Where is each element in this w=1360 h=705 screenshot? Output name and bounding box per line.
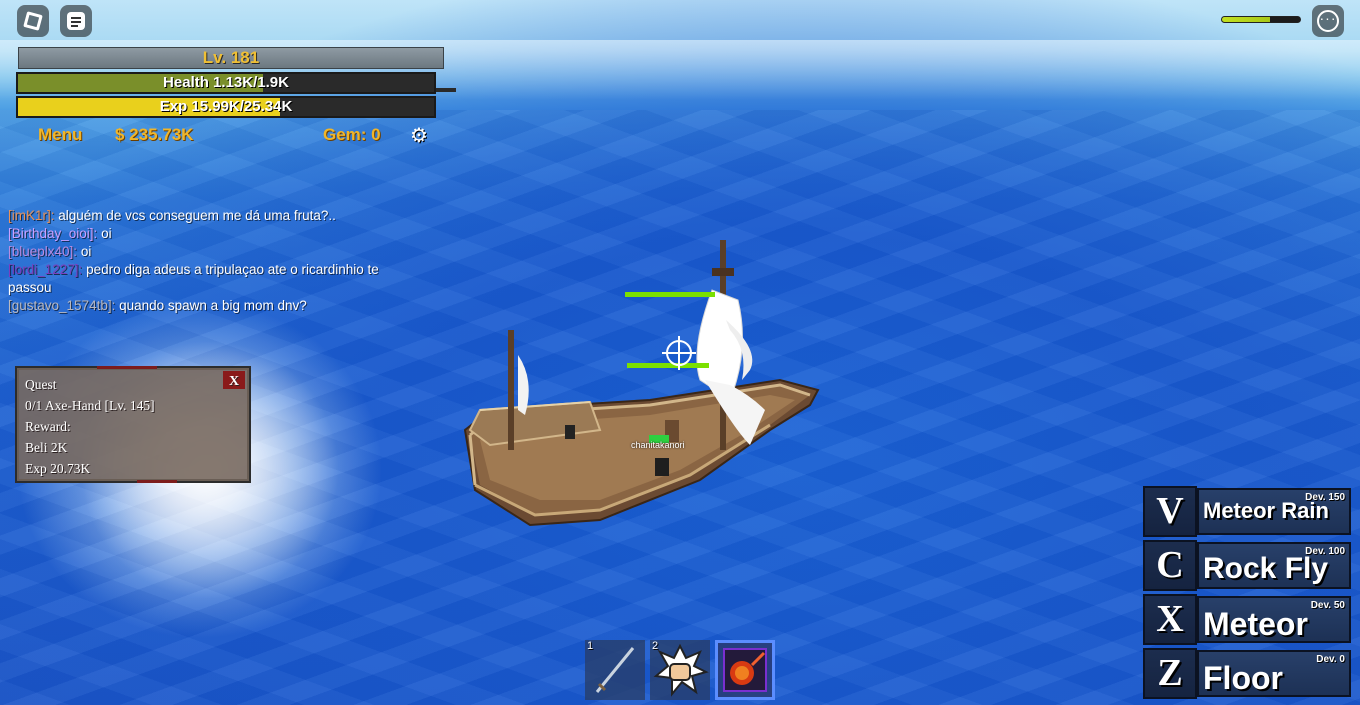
chat-username[interactable]: [lordi_1227]: [8, 262, 82, 277]
quest-panel: Quest 0/1 Axe-Hand [Lv. 145] Reward: Bel… [15, 366, 251, 483]
chat-text: oi [101, 226, 112, 241]
quest-title: Quest [25, 377, 57, 392]
skill-requirement: Dev. 100 [1305, 546, 1345, 557]
quest-reward-exp: Exp 20.73K [25, 461, 91, 476]
skill-z[interactable]: Z Floor Dev. 0 [1143, 648, 1351, 699]
exp-bar: Exp 15.99K/25.34K [16, 96, 436, 118]
hotbar-slot-3[interactable] [715, 640, 775, 700]
chat-message: [gustavo_1574tb]: quando spawn a big mom… [8, 297, 408, 315]
skill-name: Rock Fly [1203, 552, 1329, 585]
chat-message: [imK1r]: alguém de vcs conseguem me dá u… [8, 207, 408, 225]
roblox-menu-button[interactable] [17, 5, 49, 37]
fruit-icon [723, 648, 767, 692]
chat-message: [blueplx40]: oi [8, 243, 408, 261]
quest-objective: 0/1 Axe-Hand [Lv. 145] [25, 398, 155, 413]
quest-reward-label: Reward: [25, 419, 71, 434]
skill-requirement: Dev. 150 [1305, 492, 1345, 503]
chat-message: [Birthday_oioi]: oi [8, 225, 408, 243]
slot-number: 1 [587, 640, 594, 652]
skill-body: Meteor Dev. 50 [1197, 596, 1351, 643]
menu-button[interactable]: Menu [38, 125, 82, 147]
chat-text: quando spawn a big mom dnv? [119, 298, 307, 313]
skill-key: Z [1143, 648, 1197, 699]
chat-log: [imK1r]: alguém de vcs conseguem me dá u… [8, 207, 408, 315]
crosshair-icon [662, 336, 696, 370]
level-bar: Lv. 181 [18, 47, 444, 69]
health-bar: Health 1.13K/1.9K [16, 72, 436, 94]
bar-decoration [436, 88, 456, 92]
chat-username[interactable]: [gustavo_1574tb]: [8, 298, 115, 313]
skill-c[interactable]: C Rock Fly Dev. 100 [1143, 540, 1351, 591]
top-meter [1221, 16, 1301, 23]
skill-name: Floor [1203, 660, 1283, 696]
gem-display: Gem: 0 [323, 125, 381, 144]
hotbar-slot-1[interactable]: 1 [585, 640, 645, 700]
gear-icon[interactable]: ⚙ [409, 126, 429, 146]
chat-username[interactable]: [blueplx40]: [8, 244, 77, 259]
exp-text: Exp 15.99K/25.34K [159, 98, 293, 115]
chat-username[interactable]: [Birthday_oioi]: [8, 226, 97, 241]
quest-reward-beli: Beli 2K [25, 440, 68, 455]
chat-username[interactable]: [imK1r]: [8, 208, 55, 223]
skill-key: C [1143, 540, 1197, 591]
chat-text: alguém de vcs conseguem me dá uma fruta?… [58, 208, 336, 223]
skill-body: Meteor Rain Dev. 150 [1197, 488, 1351, 535]
health-text: Health 1.13K/1.9K [163, 74, 289, 91]
skill-key: X [1143, 594, 1197, 645]
slot-number: 2 [652, 640, 659, 652]
quest-decoration [97, 366, 157, 369]
more-options-button[interactable]: ··· [1312, 5, 1344, 37]
chat-text: oi [80, 244, 92, 259]
enemy-health-bar [627, 363, 709, 368]
hotbar-slot-2[interactable]: 2 [650, 640, 710, 700]
chat-icon [67, 12, 85, 30]
fist-icon [653, 643, 709, 697]
money-display: $ 235.73K [115, 125, 194, 144]
chat-message: [lordi_1227]: pedro diga adeus a tripula… [8, 261, 408, 297]
roblox-logo-icon [23, 11, 43, 31]
skill-requirement: Dev. 50 [1310, 600, 1345, 611]
player-name-tag: chanitakanori [631, 440, 685, 450]
skill-key: V [1143, 486, 1197, 537]
skill-v[interactable]: V Meteor Rain Dev. 150 [1143, 486, 1351, 537]
ship-hull [463, 378, 820, 527]
quest-decoration [137, 480, 177, 483]
more-icon: ··· [1317, 10, 1339, 32]
skill-name: Meteor [1203, 606, 1308, 642]
ship [463, 240, 820, 527]
enemy-health-bar [625, 292, 715, 297]
skill-requirement: Dev. 0 [1316, 654, 1345, 665]
top-meter-fill [1222, 17, 1271, 22]
sword-icon [595, 647, 635, 693]
level-text: Lv. 181 [202, 48, 260, 67]
chat-toggle-button[interactable] [60, 5, 92, 37]
skill-body: Floor Dev. 0 [1197, 650, 1351, 697]
skill-x[interactable]: X Meteor Dev. 50 [1143, 594, 1351, 645]
quest-close-button[interactable]: X [223, 371, 245, 389]
skill-body: Rock Fly Dev. 100 [1197, 542, 1351, 589]
